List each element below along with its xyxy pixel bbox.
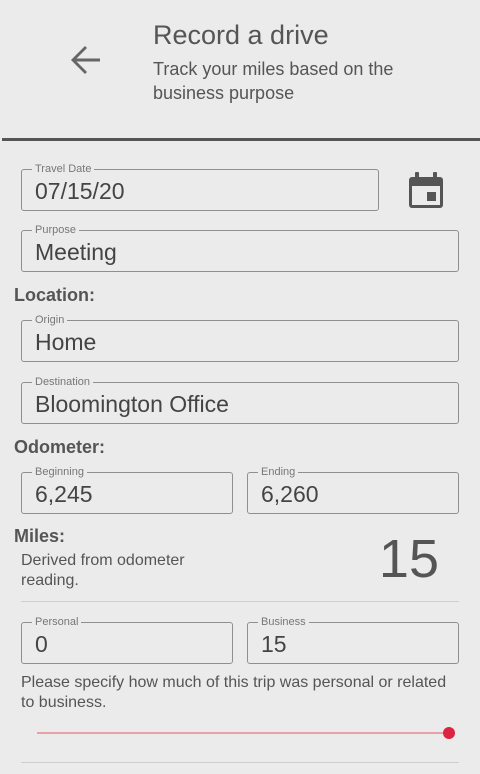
- odometer-heading: Odometer:: [14, 437, 106, 457]
- origin-field[interactable]: Origin: [21, 313, 459, 362]
- travel-date-field[interactable]: Travel Date: [21, 162, 379, 211]
- calendar-icon: [409, 172, 443, 208]
- destination-input[interactable]: [35, 391, 451, 418]
- personal-label: Personal: [32, 615, 82, 629]
- app-header: Record a drive Track your miles based on…: [0, 0, 480, 139]
- arrow-left-icon: [71, 46, 100, 74]
- beginning-label: Beginning: [32, 465, 87, 479]
- calendar-button[interactable]: [406, 170, 446, 210]
- origin-label: Origin: [32, 313, 68, 327]
- back-button[interactable]: [66, 40, 106, 80]
- slider-fill: [37, 732, 449, 734]
- personal-input[interactable]: [35, 631, 225, 658]
- odometer-beginning-field[interactable]: Beginning: [21, 465, 233, 514]
- location-heading: Location:: [14, 285, 95, 305]
- destination-field[interactable]: Destination: [21, 375, 459, 424]
- header-divider: [2, 138, 480, 141]
- purpose-field[interactable]: Purpose: [21, 223, 459, 272]
- page-title: Record a drive: [153, 20, 329, 50]
- odometer-ending-field[interactable]: Ending: [247, 465, 459, 514]
- business-input[interactable]: [261, 631, 451, 658]
- bottom-divider: [21, 762, 459, 763]
- travel-date-input[interactable]: [35, 178, 371, 205]
- origin-input[interactable]: [35, 329, 451, 356]
- personal-business-slider[interactable]: [37, 724, 455, 742]
- slider-thumb[interactable]: [443, 727, 455, 739]
- business-miles-field[interactable]: Business: [247, 615, 459, 664]
- purpose-input[interactable]: [35, 239, 451, 266]
- ending-label: Ending: [258, 465, 299, 479]
- beginning-input[interactable]: [35, 481, 225, 508]
- split-help-text: Please specify how much of this trip was…: [21, 674, 447, 711]
- travel-date-label: Travel Date: [32, 162, 95, 176]
- miles-value: 15: [378, 529, 439, 589]
- business-label: Business: [258, 615, 309, 629]
- miles-heading: Miles:: [14, 526, 66, 546]
- purpose-label: Purpose: [32, 223, 79, 237]
- page-subtitle: Track your miles based on the business p…: [153, 59, 394, 103]
- personal-miles-field[interactable]: Personal: [21, 615, 233, 664]
- miles-help-text: Derived from odometer reading.: [21, 552, 185, 589]
- ending-input[interactable]: [261, 481, 451, 508]
- miles-divider: [21, 601, 459, 602]
- destination-label: Destination: [32, 375, 94, 389]
